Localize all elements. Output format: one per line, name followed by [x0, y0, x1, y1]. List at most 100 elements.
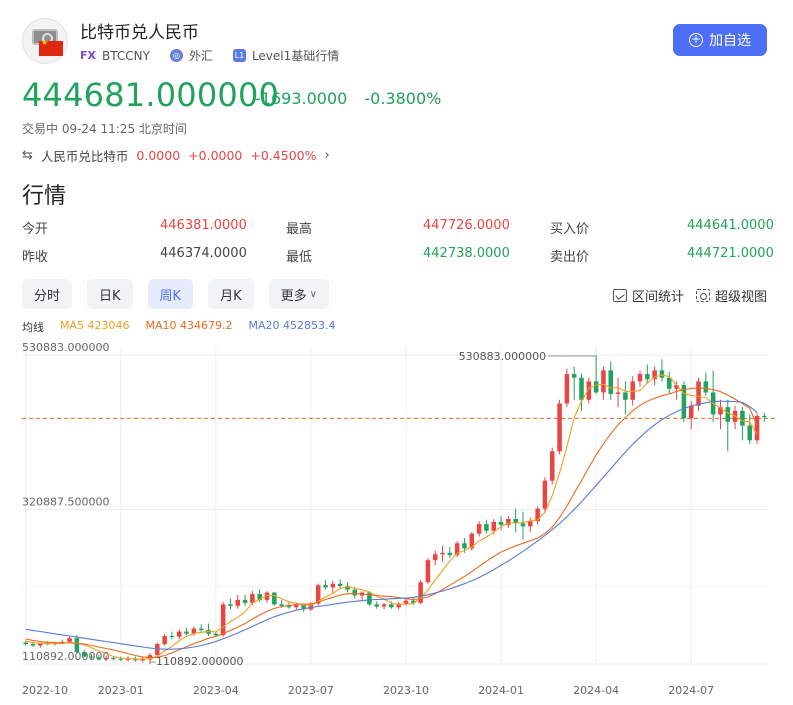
- candle-body: [725, 407, 731, 422]
- candle-body: [323, 585, 328, 588]
- high-label: 最高: [286, 222, 313, 237]
- candle-body: [462, 543, 467, 549]
- super-view-icon: [695, 289, 710, 302]
- add-watchlist-button[interactable]: + 加自选: [673, 24, 767, 56]
- ma5-legend: MA5 423046: [60, 319, 130, 332]
- range-stats-label: 区间统计: [631, 290, 684, 305]
- y-tick-label: 110892.000000: [22, 650, 109, 663]
- candle-body: [176, 631, 182, 637]
- super-view-label: 超级视图: [714, 290, 767, 305]
- candle-body: [593, 381, 599, 393]
- candle-body: [615, 392, 621, 394]
- candle-body: [337, 583, 343, 586]
- tab-monthly-k[interactable]: 月K: [208, 279, 254, 309]
- candle-body: [89, 656, 94, 658]
- candle-body: [81, 652, 87, 657]
- tab-intraday[interactable]: 分时: [22, 279, 73, 309]
- candle-body: [447, 552, 453, 556]
- candle-body: [213, 633, 219, 636]
- candle-body: [754, 415, 760, 441]
- tab-weekly-k[interactable]: 周K: [147, 279, 194, 309]
- low-value: 442738.0000: [423, 246, 510, 261]
- candle-body: [703, 381, 709, 393]
- open-value: 446381.0000: [160, 218, 247, 233]
- add-watchlist-label: 加自选: [709, 33, 751, 49]
- change-amount: -1693.0000: [255, 89, 348, 108]
- chevron-right-icon: ›: [324, 147, 330, 163]
- quote-stats: 今开 446381.0000 最高 447726.0000 买入价 444641…: [22, 216, 774, 272]
- candle-body: [140, 659, 145, 661]
- x-tick-label: 2024-01: [478, 684, 524, 697]
- x-tick-label: 2023-01: [98, 684, 144, 697]
- candle-body: [23, 642, 28, 645]
- inverse-change-pct: +0.4500%: [250, 147, 317, 163]
- candle-body: [403, 600, 409, 604]
- price-change: -1693.0000 -0.3800%: [255, 89, 453, 108]
- candle-body: [30, 644, 36, 646]
- level-label: Level1基础行情: [251, 49, 340, 63]
- market-label: 外汇: [188, 49, 213, 63]
- ma20-legend: MA20 452853.4: [248, 319, 336, 332]
- ma10-line: [25, 387, 758, 659]
- tab-daily-k[interactable]: 日K: [87, 279, 133, 309]
- candle-body: [491, 521, 497, 531]
- max-annotation-label: 530883.000000: [459, 350, 546, 363]
- ask-label: 卖出价: [550, 250, 590, 265]
- candle-body: [542, 480, 548, 509]
- candle-body: [484, 524, 489, 531]
- chart-tools: 区间统计 超级视图: [612, 286, 767, 305]
- tab-more-label: 更多: [280, 288, 307, 304]
- ma5-line: [25, 374, 758, 660]
- change-percent: -0.3800%: [364, 89, 442, 108]
- low-label: 最低: [286, 250, 313, 265]
- inverse-price: 0.0000: [136, 147, 181, 163]
- symbol-code: BTCCNY: [102, 48, 150, 63]
- candle-body: [169, 635, 175, 637]
- candle-body: [623, 392, 628, 400]
- period-tabs: 分时 日K 周K 月K 更多 ∨: [22, 279, 329, 309]
- candle-body: [740, 410, 745, 426]
- candle-body: [118, 658, 124, 660]
- candle-body: [557, 403, 562, 452]
- range-stats-button[interactable]: 区间统计: [612, 286, 684, 305]
- section-title: 行情: [22, 184, 67, 209]
- candle-body: [659, 370, 665, 378]
- fx-badge: FX: [80, 49, 96, 62]
- candle-body: [432, 554, 438, 561]
- candle-body: [498, 521, 504, 525]
- inverse-pair-label: 人民币兑比特币: [40, 148, 129, 164]
- candle-body: [688, 405, 694, 419]
- x-tick-label: 2023-07: [288, 684, 334, 697]
- level-badge-icon: L1: [232, 49, 246, 62]
- stat-row-1: 今开 446381.0000 最高 447726.0000 买入价 444641…: [22, 216, 774, 244]
- header: 比特币兑人民币 FX BTCCNY ◎ 外汇 L1 Level1基础行情 + 加…: [22, 14, 767, 74]
- ma10-legend: MA10 434679.2: [145, 319, 233, 332]
- candle-body: [67, 638, 72, 642]
- bid-label: 买入价: [550, 222, 590, 237]
- candle-body: [96, 657, 102, 659]
- candle-body: [242, 599, 248, 603]
- high-value: 447726.0000: [423, 218, 510, 233]
- inverse-pair-link[interactable]: ⇆ 人民币兑比特币 0.0000 +0.0000 +0.4500% ›: [22, 144, 330, 166]
- candle-body: [747, 425, 752, 441]
- super-view-button[interactable]: 超级视图: [695, 286, 767, 305]
- kline-chart[interactable]: 530883.000000 320887.500000 110892.000000 5…: [0, 338, 793, 705]
- candle-body: [293, 605, 299, 608]
- candle-body: [103, 658, 109, 660]
- plus-circle-icon: +: [689, 32, 703, 47]
- candle-body: [696, 381, 701, 406]
- candle-body: [220, 604, 226, 636]
- btc-cny-icon: [22, 18, 68, 64]
- candle-body: [601, 370, 606, 393]
- stat-row-2: 昨收 446374.0000 最低 442738.0000 卖出价 444721…: [22, 244, 774, 272]
- open-label: 今开: [22, 222, 49, 237]
- candle-body: [74, 638, 80, 653]
- candle-body: [762, 415, 767, 418]
- y-tick-label: 320887.500000: [22, 496, 109, 509]
- candle-body: [279, 604, 284, 606]
- tab-more[interactable]: 更多 ∨: [268, 279, 329, 309]
- ma-legend: 均线 MA5 423046 MA10 434679.2 MA20 452853.…: [22, 319, 336, 335]
- prev-close-value: 446374.0000: [160, 246, 247, 261]
- inverse-change: +0.0000: [188, 147, 243, 163]
- candle-body: [564, 374, 570, 404]
